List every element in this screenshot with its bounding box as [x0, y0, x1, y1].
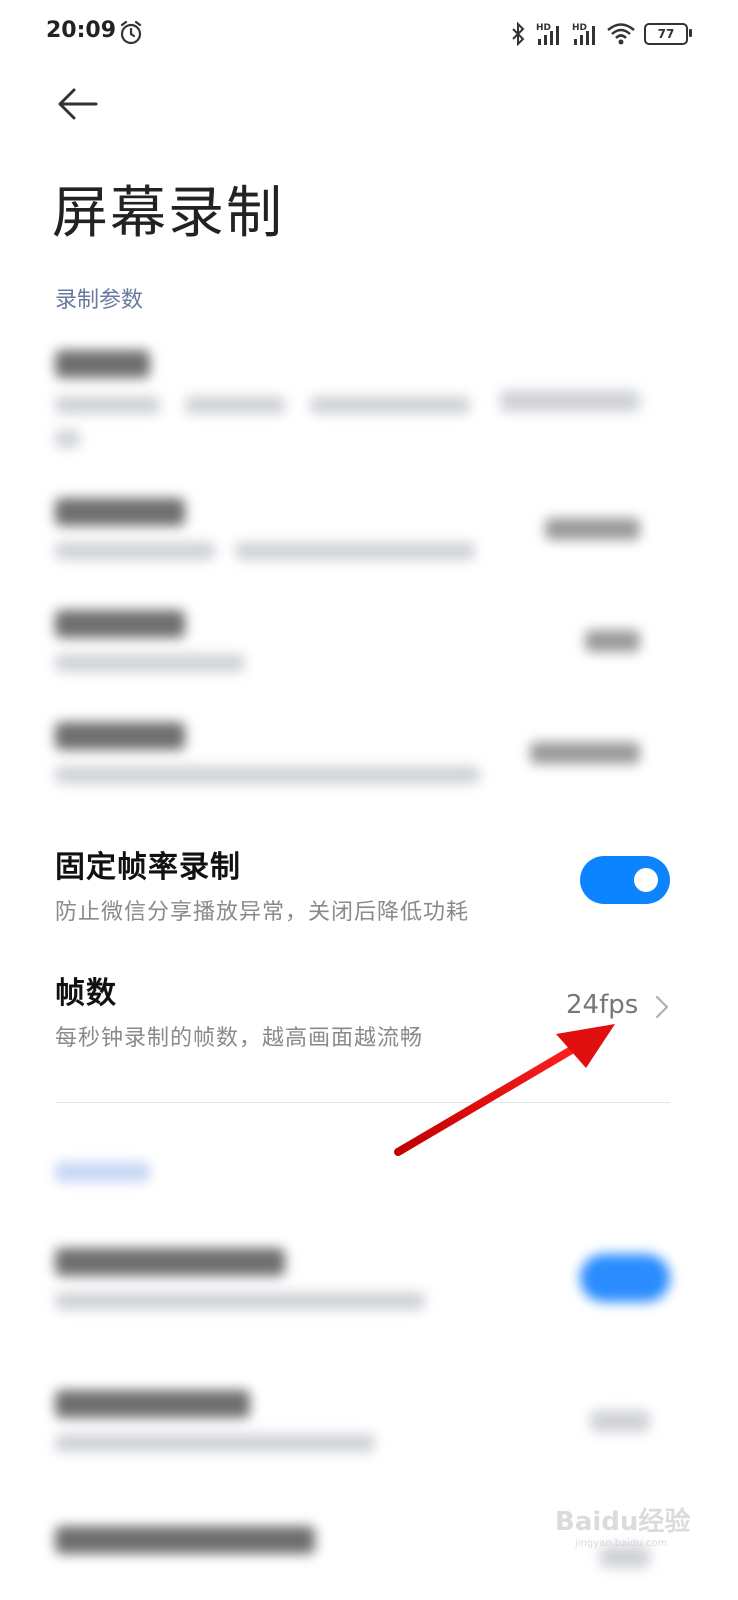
status-icons: HD HD 77 — [510, 20, 692, 48]
svg-text:Baidu经验: Baidu经验 — [555, 1506, 690, 1537]
toggle-knob — [634, 868, 658, 892]
chevron-right-icon[interactable] — [654, 994, 670, 1020]
bluetooth-icon — [512, 22, 525, 46]
svg-text:jingyan.baidu.com: jingyan.baidu.com — [574, 1538, 667, 1549]
page-title: 屏幕录制 — [52, 181, 284, 246]
wifi-icon — [607, 23, 635, 45]
cellular-signal-icon: HD — [536, 23, 559, 45]
section-header: 录制参数 — [55, 288, 144, 313]
baidu-watermark-logo: Baidu经验 jingyan.baidu.com — [555, 1506, 690, 1549]
setting-title: 固定帧率录制 — [55, 850, 241, 885]
setting-fixed-frame-rate[interactable]: 固定帧率录制 防止微信分享播放异常，关闭后降低功耗 — [55, 842, 670, 926]
frame-rate-value[interactable]: 24fps — [566, 990, 638, 1020]
svg-text:HD: HD — [536, 23, 551, 33]
section-divider — [55, 1102, 670, 1103]
battery-level: 77 — [657, 27, 675, 41]
back-arrow-icon[interactable] — [54, 84, 100, 124]
status-bar: 20:09 HD HD 77 — [0, 0, 738, 70]
setting-subtitle: 防止微信分享播放异常，关闭后降低功耗 — [55, 900, 470, 925]
battery-icon: 77 — [644, 23, 692, 45]
blurred-settings-group — [0, 330, 738, 810]
alarm-icon — [120, 20, 142, 45]
setting-subtitle: 每秒钟录制的帧数，越高画面越流畅 — [55, 1026, 424, 1051]
svg-text:HD: HD — [572, 23, 587, 33]
cellular-signal-2-icon: HD — [572, 23, 595, 45]
status-time: 20:09 — [46, 18, 117, 43]
fixed-frame-rate-toggle[interactable] — [580, 856, 670, 904]
